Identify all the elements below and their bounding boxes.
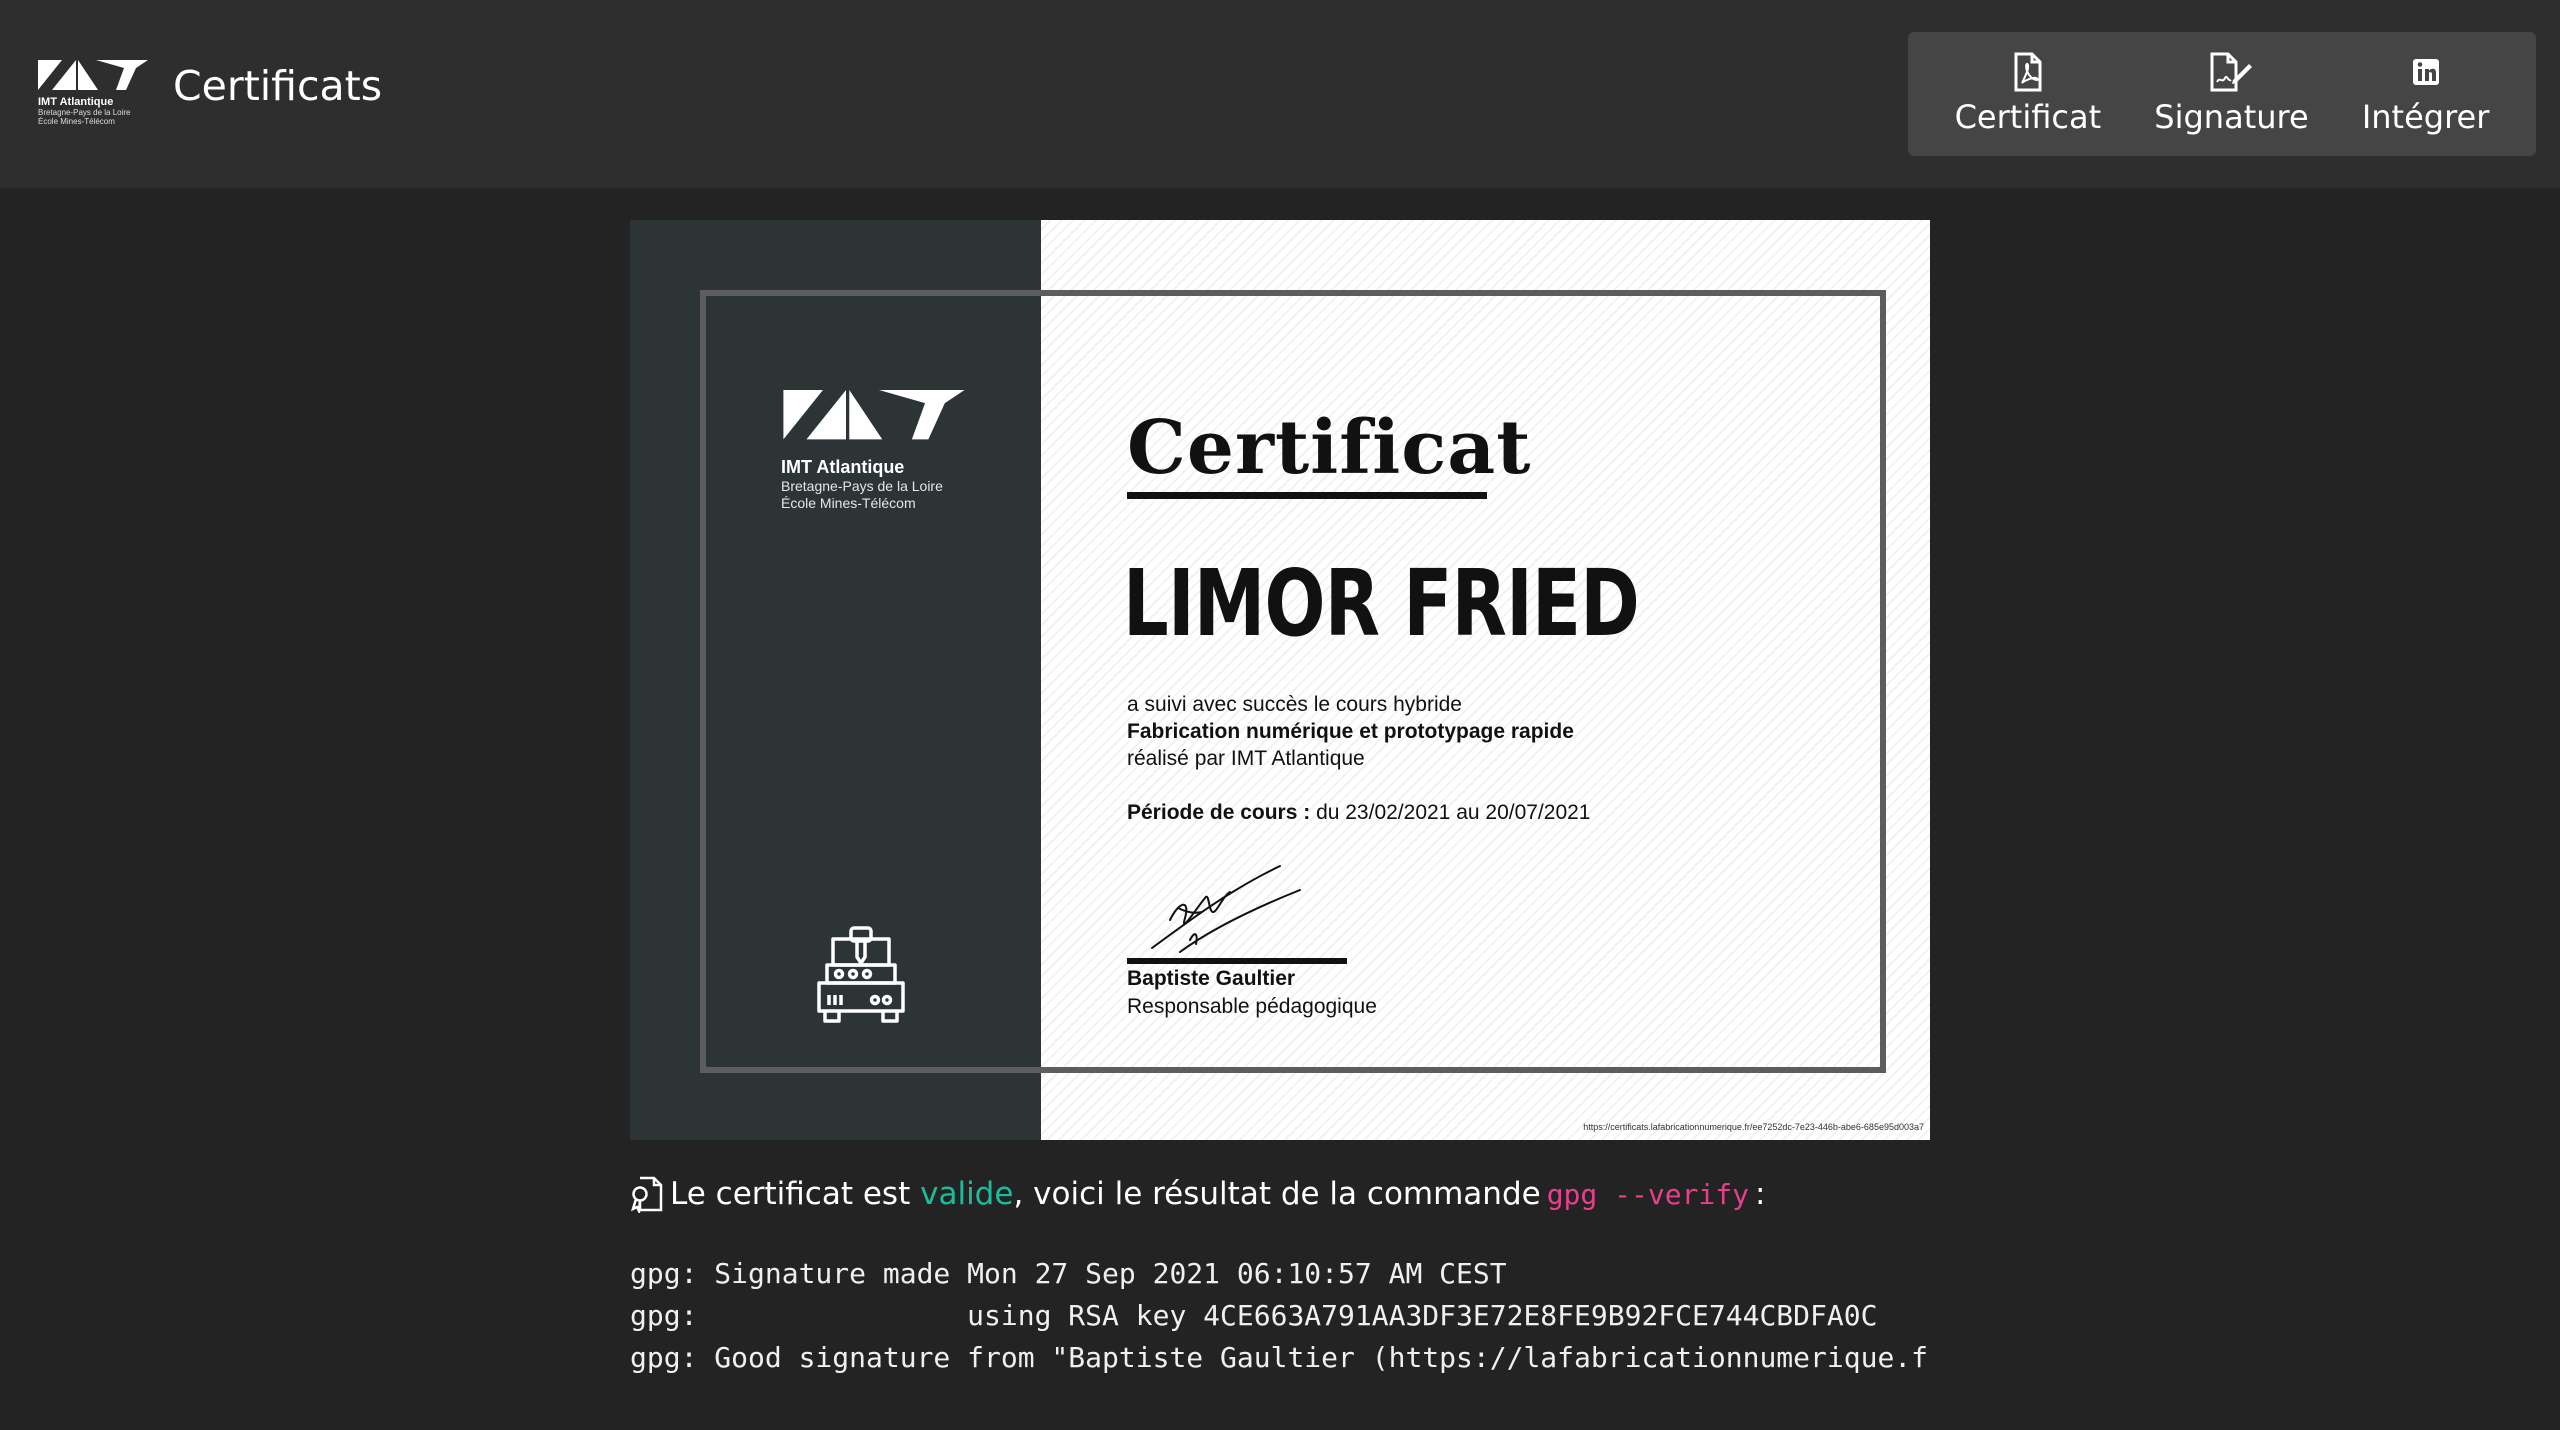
- brand[interactable]: IMT Atlantique Bretagne-Pays de la Loire…: [38, 60, 150, 126]
- pdf-file-icon: [2014, 52, 2042, 92]
- certificate-logo-line-2: Bretagne-Pays de la Loire: [781, 478, 943, 494]
- logo-line-1: IMT Atlantique: [38, 96, 114, 108]
- nav-certificat-button[interactable]: Certificat: [1954, 52, 2102, 136]
- course-period-value: du 23/02/2021 au 20/07/2021: [1316, 801, 1591, 824]
- verification-message: Le certificat est valide, voici le résul…: [630, 1175, 1765, 1213]
- gpg-output: gpg: Signature made Mon 27 Sep 2021 06:1…: [630, 1253, 1930, 1379]
- course-period-label: Période de cours :: [1127, 801, 1311, 824]
- imt-logo-mark-icon: [38, 60, 148, 90]
- nav-integrer-label: Intégrer: [2361, 98, 2490, 136]
- logo-line-2: Bretagne-Pays de la Loire: [38, 108, 131, 117]
- certificate-logo: IMT Atlantique Bretagne-Pays de la Loire…: [781, 390, 967, 512]
- recipient-name: LIMOR FRIED: [1123, 550, 1640, 657]
- gpg-output-line: gpg: Signature made Mon 27 Sep 2021 06:1…: [630, 1257, 1507, 1290]
- nav-signature-button[interactable]: Signature: [2154, 52, 2309, 136]
- verify-middle: , voici le résultat de la commande: [1013, 1176, 1541, 1212]
- handwritten-signature: [1151, 865, 1301, 953]
- logo-line-3: École Mines-Télécom: [38, 117, 115, 126]
- certificate-image[interactable]: IMT Atlantique Bretagne-Pays de la Loire…: [630, 220, 1930, 1140]
- course-period: Période de cours : du 23/02/2021 au 20/0…: [1127, 801, 1591, 825]
- nav-certificat-label: Certificat: [1954, 98, 2102, 136]
- gpg-output-line: gpg: using RSA key 4CE663A791AA3DF3E72E8…: [630, 1299, 1878, 1332]
- gpg-command: gpg --verify: [1546, 1177, 1749, 1211]
- gpg-output-line: gpg: Good signature from "Baptiste Gault…: [630, 1341, 1929, 1374]
- top-header: IMT Atlantique Bretagne-Pays de la Loire…: [0, 0, 2560, 188]
- certificate-logo-name: IMT Atlantique: [781, 457, 905, 477]
- signer-role: Responsable pédagogique: [1127, 995, 1377, 1018]
- signature-line: [1127, 958, 1347, 964]
- imt-logo[interactable]: IMT Atlantique Bretagne-Pays de la Loire…: [38, 60, 150, 126]
- nav-integrer-button[interactable]: Intégrer: [2361, 52, 2490, 136]
- app-title[interactable]: Certificats: [173, 62, 382, 110]
- imt-logo-mark-icon: [783, 390, 965, 440]
- heading-underline: [1127, 492, 1487, 499]
- verified-document-icon: [630, 1176, 663, 1213]
- completion-text: a suivi avec succès le cours hybride: [1127, 693, 1462, 716]
- header-nav: Certificat Signature Intégrer: [1908, 32, 2536, 156]
- organizer-text: réalisé par IMT Atlantique: [1127, 747, 1365, 770]
- certificate-url: https://certificats.lafabricationnumeriq…: [1583, 1122, 1924, 1132]
- valid-status: valide: [920, 1176, 1014, 1212]
- signer-name: Baptiste Gaultier: [1127, 967, 1296, 990]
- certificate-heading: Certificat: [1127, 405, 1532, 491]
- linkedin-icon: [2412, 59, 2439, 85]
- verify-prefix: Le certificat est: [670, 1176, 911, 1212]
- verify-suffix: :: [1755, 1176, 1766, 1212]
- signature-file-icon: [2210, 52, 2253, 92]
- course-title: Fabrication numérique et prototypage rap…: [1127, 720, 1574, 743]
- nav-signature-label: Signature: [2154, 98, 2309, 136]
- certificate-logo-line-3: École Mines-Télécom: [781, 495, 916, 511]
- cnc-machine-icon: [817, 926, 905, 1023]
